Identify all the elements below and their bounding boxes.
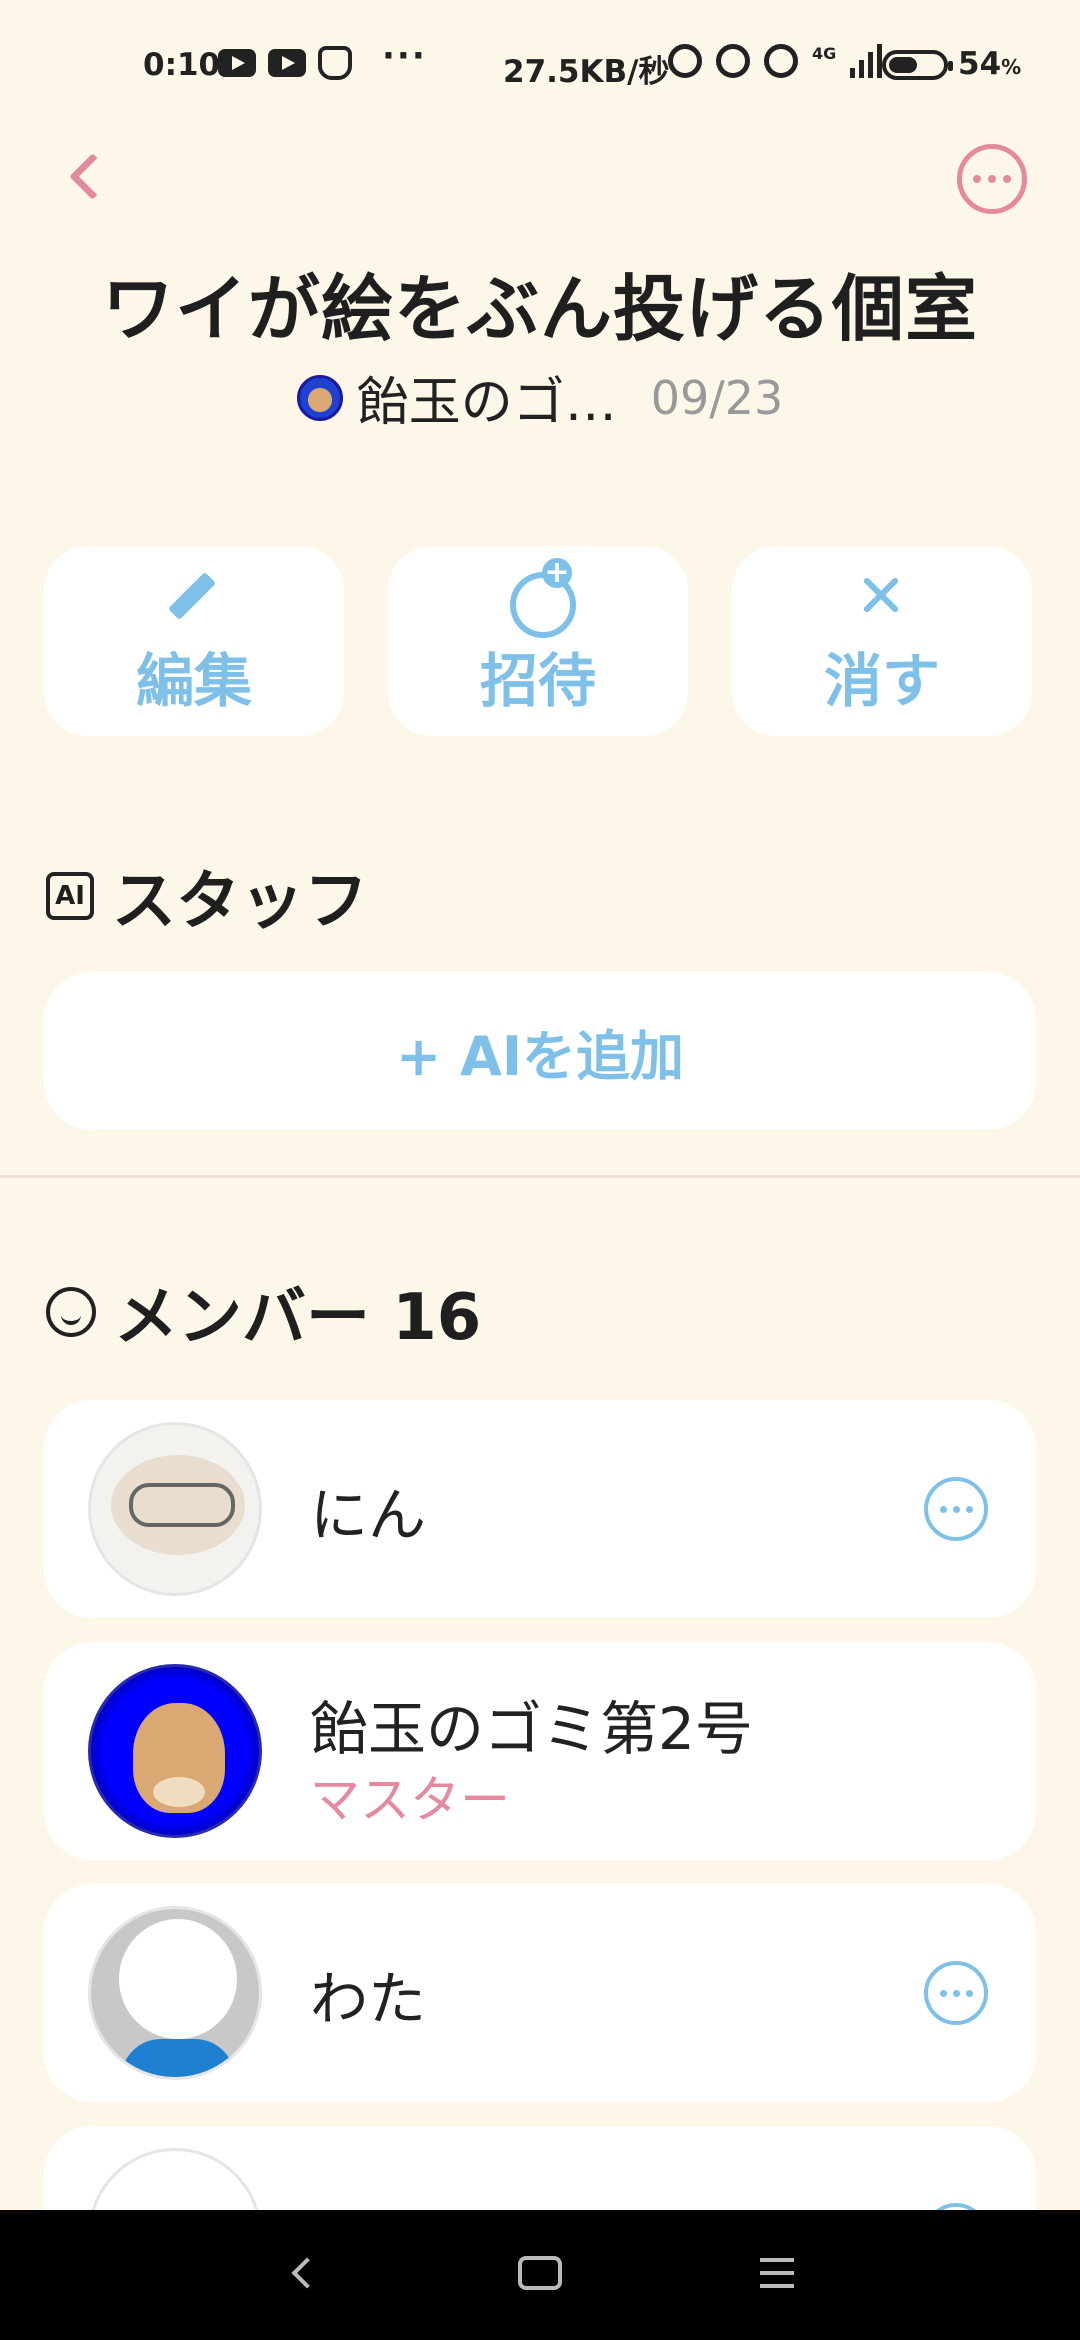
member-avatar[interactable] xyxy=(88,1664,262,1838)
back-icon[interactable] xyxy=(62,146,112,206)
section-divider xyxy=(0,1175,1080,1178)
invite-button[interactable]: 招待 xyxy=(388,546,688,736)
nav-menu-icon[interactable] xyxy=(760,2258,794,2288)
add-ai-button[interactable]: + AIを追加 xyxy=(44,972,1036,1130)
app-notification-icon xyxy=(318,46,352,80)
member-name: わた xyxy=(310,1965,427,2033)
status-bar: 0:10 ··· 27.5KB/秒 4G 54% xyxy=(0,0,1080,130)
battery-fill xyxy=(889,57,918,73)
chat-status-icon xyxy=(716,44,750,78)
battery-percent: 54% xyxy=(958,46,1022,82)
member-row[interactable]: 飴玉のゴミ第2号 マスター xyxy=(44,1642,1036,1860)
nav-home-icon[interactable] xyxy=(518,2256,562,2290)
member-more-icon[interactable] xyxy=(924,1961,988,2025)
member-name: にん xyxy=(310,1481,427,1549)
system-icons: 4G xyxy=(668,44,883,78)
more-notifications-indicator: ··· xyxy=(382,36,427,76)
smile-icon xyxy=(46,1287,96,1337)
signal-icon xyxy=(850,44,883,78)
action-buttons: 編集 招待 消す xyxy=(44,546,1036,736)
delete-label: 消す xyxy=(823,647,940,715)
nav-back-icon[interactable] xyxy=(291,2257,323,2289)
room-title: ワイが絵をぶん投げる個室 xyxy=(101,267,978,351)
pencil-icon xyxy=(162,564,226,628)
member-more-icon[interactable] xyxy=(924,1477,988,1541)
members-title: メンバー 16 xyxy=(114,1281,482,1355)
add-user-icon xyxy=(506,558,576,638)
member-avatar[interactable] xyxy=(88,1422,262,1596)
room-settings-screen: 0:10 ··· 27.5KB/秒 4G 54% ワイが絵をぶん投げる個室 飴玉… xyxy=(0,0,1080,2340)
owner-avatar[interactable] xyxy=(296,374,343,421)
delete-button[interactable]: 消す xyxy=(732,546,1032,736)
member-row[interactable]: わた xyxy=(44,1884,1036,2102)
edit-button[interactable]: 編集 xyxy=(44,546,344,736)
member-avatar[interactable] xyxy=(88,1906,262,2080)
staff-title: スタッフ xyxy=(112,865,368,939)
owner-name[interactable]: 飴玉のゴ… xyxy=(357,360,617,435)
ai-icon: AI xyxy=(46,872,94,920)
status-time: 0:10 xyxy=(143,47,221,83)
data-saver-icon xyxy=(764,44,798,78)
edit-label: 編集 xyxy=(135,647,252,715)
network-speed: 27.5KB/秒 xyxy=(503,54,670,90)
invite-label: 招待 xyxy=(479,647,596,715)
network-type: 4G xyxy=(812,44,837,63)
more-options-icon[interactable] xyxy=(957,144,1027,214)
members-section-title: メンバー 16 xyxy=(46,1266,481,1358)
close-icon xyxy=(850,564,914,628)
notification-icons xyxy=(218,46,352,80)
member-name: 飴玉のゴミ第2号 xyxy=(310,1695,753,1763)
system-nav-bar xyxy=(0,2210,1080,2340)
youtube-notification-icon xyxy=(218,49,256,77)
staff-section-title: AI スタッフ xyxy=(46,850,368,942)
youtube-notification-icon-2 xyxy=(268,49,306,77)
member-row[interactable]: にん xyxy=(44,1400,1036,1618)
battery-icon xyxy=(882,50,953,80)
alarm-icon xyxy=(668,44,702,78)
room-date: 09/23 xyxy=(650,370,784,425)
member-role-badge: マスター xyxy=(310,1771,510,1829)
room-meta: 飴玉のゴ… 09/23 xyxy=(0,360,1080,435)
